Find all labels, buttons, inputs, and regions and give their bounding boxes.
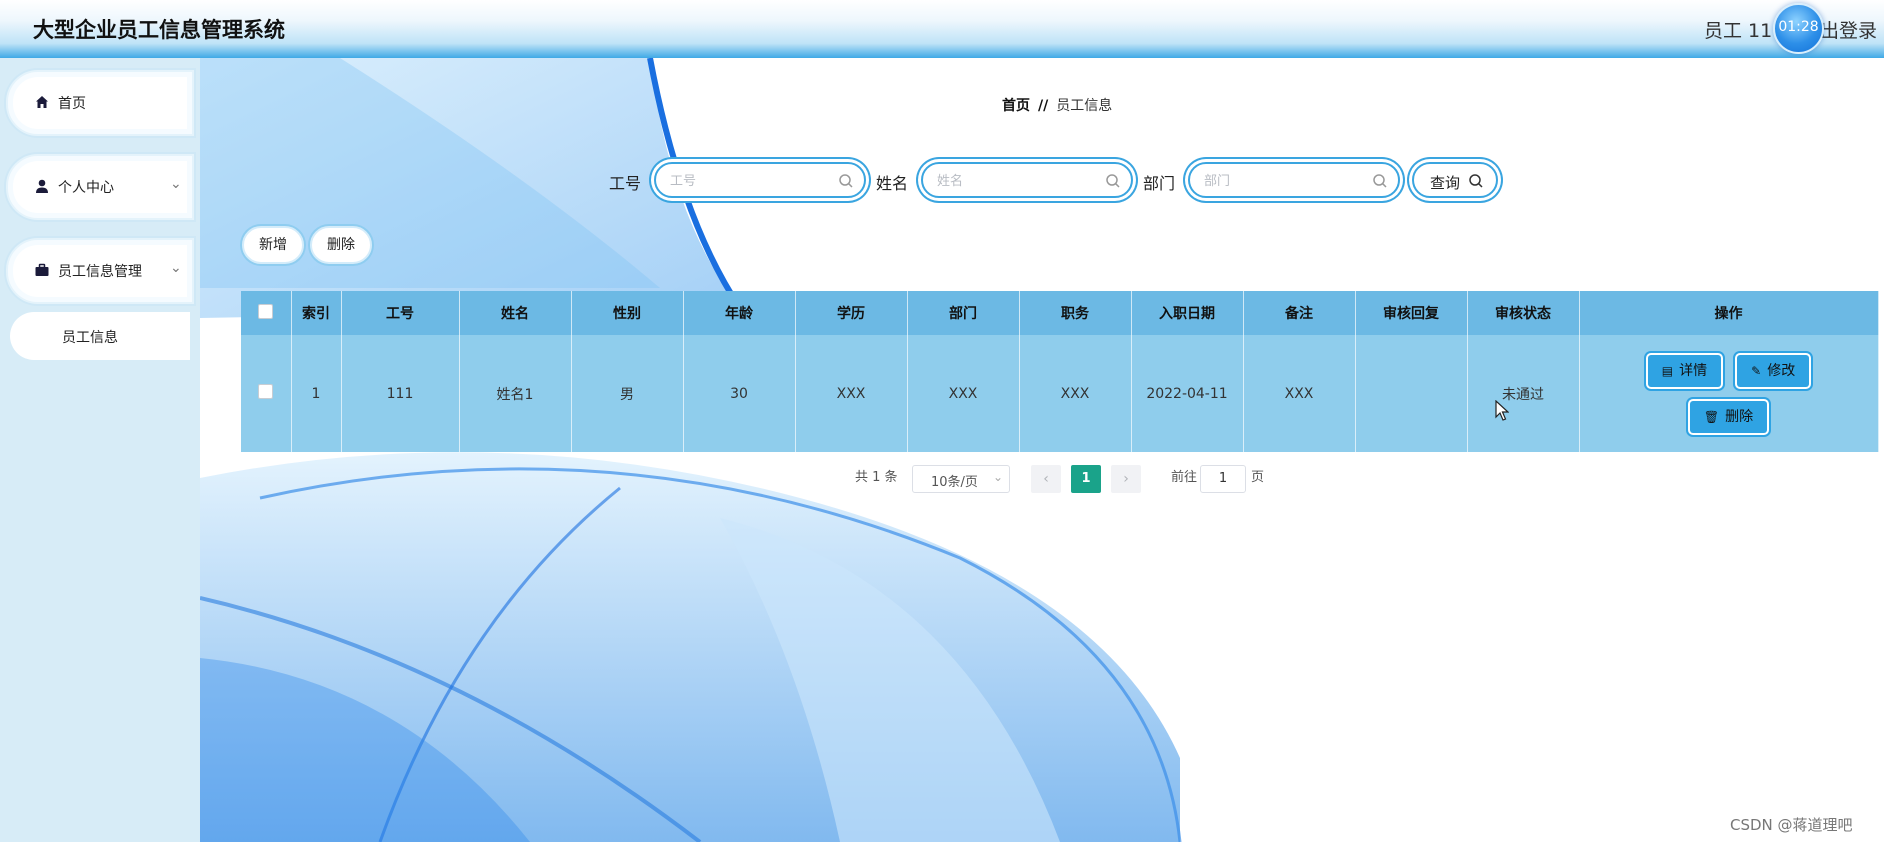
detail-button[interactable]: ▤ 详情 <box>1647 354 1722 387</box>
emp-no-field[interactable] <box>654 162 866 198</box>
column-header: 职务 <box>1019 291 1132 335</box>
emp-no-label: 工号 <box>609 174 642 193</box>
query-button[interactable]: 查询 <box>1412 162 1498 198</box>
watermark: CSDN @蒋道理吧 <box>1730 816 1853 834</box>
breadcrumb: 首页 // 员工信息 <box>1002 95 1112 115</box>
goto-prefix: 前往 <box>1171 470 1198 485</box>
row-delete-button[interactable]: 🗑 删除 <box>1689 400 1768 433</box>
document-icon: ▤ <box>1661 363 1674 378</box>
cell-index: 1 <box>291 335 342 452</box>
dept-input[interactable] <box>1202 170 1366 192</box>
sidebar-item-personal-center[interactable]: 个人中心 ⌄ <box>6 154 194 220</box>
trash-icon: 🗑 <box>1703 409 1720 424</box>
search-icon <box>839 174 853 188</box>
next-page-button[interactable]: › <box>1111 465 1141 493</box>
cell-emp-no: 111 <box>341 335 460 452</box>
column-header: 工号 <box>341 291 460 335</box>
column-header: 部门 <box>907 291 1020 335</box>
cell-review-reply <box>1355 335 1468 452</box>
pagination-total: 共 1 条 <box>855 470 898 485</box>
clock-badge: 01:28 <box>1773 3 1824 54</box>
query-button-label: 查询 <box>1430 174 1461 192</box>
dept-label: 部门 <box>1143 174 1176 193</box>
page-number-active[interactable]: 1 <box>1071 465 1101 493</box>
sidebar-subitem-label: 员工信息 <box>62 330 118 346</box>
row-checkbox[interactable] <box>258 384 274 399</box>
edit-button[interactable]: ✎ 修改 <box>1737 354 1810 387</box>
emp-no-input[interactable] <box>668 170 832 192</box>
goto-suffix: 页 <box>1251 470 1265 485</box>
column-header: 姓名 <box>459 291 572 335</box>
cell-operations: ▤ 详情 ✎ 修改 🗑 删除 <box>1579 335 1879 452</box>
cell-review-status: 未通过 <box>1467 335 1580 452</box>
name-field[interactable] <box>921 162 1133 198</box>
breadcrumb-current: 员工信息 <box>1056 98 1113 114</box>
column-header: 学历 <box>795 291 908 335</box>
sidebar-subitem-employee-info[interactable]: 员工信息 <box>10 312 190 360</box>
home-icon <box>36 96 48 108</box>
page-size-select[interactable]: 10条/页 ⌄ <box>912 465 1010 493</box>
select-all-cell <box>241 291 292 335</box>
batch-delete-button[interactable]: 删除 <box>310 226 372 264</box>
dept-field[interactable] <box>1188 162 1400 198</box>
sidebar-item-home[interactable]: 首页 <box>6 70 194 136</box>
sidebar-item-employee-management[interactable]: 员工信息管理 ⌄ <box>6 238 194 304</box>
column-header: 索引 <box>291 291 342 335</box>
logout-link[interactable]: 出登录 <box>1820 16 1877 43</box>
cell-position: XXX <box>1019 335 1132 452</box>
detail-button-label: 详情 <box>1679 362 1708 379</box>
chevron-down-icon: ⌄ <box>170 176 182 192</box>
cell-age: 30 <box>683 335 796 452</box>
column-header: 审核状态 <box>1467 291 1580 335</box>
pencil-icon: ✎ <box>1751 363 1762 378</box>
search-icon <box>1469 174 1483 188</box>
app-title: 大型企业员工信息管理系统 <box>33 18 285 42</box>
breadcrumb-home[interactable]: 首页 <box>1002 98 1030 114</box>
chevron-down-icon: ⌄ <box>170 260 182 276</box>
sidebar: 首页 个人中心 ⌄ 员工信息管理 ⌄ 员工信息 <box>0 58 200 842</box>
edit-button-label: 修改 <box>1767 362 1796 379</box>
sidebar-item-label: 首页 <box>58 96 86 112</box>
top-header: 大型企业员工信息管理系统 员工 11 出登录 01:28 <box>0 0 1884 58</box>
chevron-down-icon: ⌄ <box>993 470 1004 484</box>
user-label: 员工 11 <box>1704 20 1773 42</box>
mouse-cursor-icon <box>1495 400 1509 421</box>
goto-page-input[interactable]: 1 <box>1200 465 1246 493</box>
column-header: 年龄 <box>683 291 796 335</box>
breadcrumb-separator: // <box>1038 98 1049 114</box>
row-delete-button-label: 删除 <box>1725 408 1754 425</box>
table-header-row: 索引 工号 姓名 性别 年龄 学历 部门 职务 入职日期 备注 审核回复 审核状… <box>241 291 1879 335</box>
employee-table: 索引 工号 姓名 性别 年龄 学历 部门 职务 入职日期 备注 审核回复 审核状… <box>241 291 1879 452</box>
column-header: 操作 <box>1579 291 1879 335</box>
select-all-checkbox[interactable] <box>258 303 274 319</box>
cell-remark: XXX <box>1243 335 1356 452</box>
sidebar-item-label: 员工信息管理 <box>58 264 142 280</box>
prev-page-button[interactable]: ‹ <box>1031 465 1061 493</box>
name-input[interactable] <box>935 170 1099 192</box>
column-header: 入职日期 <box>1131 291 1244 335</box>
search-icon <box>1106 174 1120 188</box>
search-icon <box>1373 174 1387 188</box>
sidebar-item-label: 个人中心 <box>58 180 114 196</box>
column-header: 审核回复 <box>1355 291 1468 335</box>
cell-education: XXX <box>795 335 908 452</box>
page-size-value: 10条/页 <box>931 475 978 490</box>
name-label: 姓名 <box>876 174 909 193</box>
table-row: 1 111 姓名1 男 30 XXX XXX XXX 2022-04-11 XX… <box>241 335 1879 452</box>
cell-gender: 男 <box>571 335 684 452</box>
briefcase-icon <box>35 263 49 276</box>
cell-hire-date: 2022-04-11 <box>1131 335 1244 452</box>
column-header: 备注 <box>1243 291 1356 335</box>
cell-dept: XXX <box>907 335 1020 452</box>
cell-name: 姓名1 <box>459 335 572 452</box>
column-header: 性别 <box>571 291 684 335</box>
row-select-cell <box>241 335 292 452</box>
add-button[interactable]: 新增 <box>242 226 304 264</box>
user-icon <box>36 179 48 193</box>
